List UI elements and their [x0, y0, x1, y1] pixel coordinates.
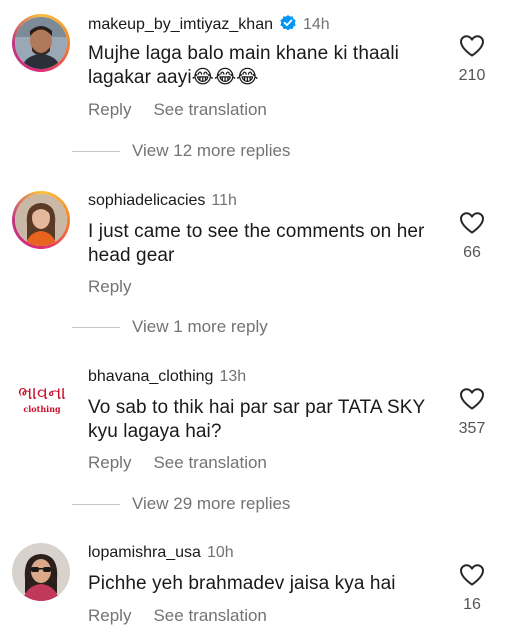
- comment-header: bhavana_clothing 13h: [88, 367, 246, 387]
- comment-actions: Reply: [88, 277, 131, 297]
- divider-line: [72, 151, 120, 153]
- like-count: 66: [463, 244, 481, 261]
- see-translation-button[interactable]: See translation: [153, 100, 266, 119]
- heart-icon[interactable]: [459, 211, 485, 235]
- view-more-replies[interactable]: View 12 more replies: [72, 141, 290, 161]
- like-control: 66: [452, 211, 492, 263]
- view-more-replies-label[interactable]: View 29 more replies: [132, 494, 290, 513]
- man-portrait-avatar-icon: [15, 17, 67, 69]
- like-control: 210: [452, 34, 492, 86]
- divider-line: [72, 327, 120, 329]
- comment-header: makeup_by_imtiyaz_khan 14h: [88, 14, 330, 38]
- comment-header: lopamishra_usa 10h: [88, 543, 234, 563]
- brand-logo-script: ભાવના: [18, 383, 66, 404]
- see-translation-button[interactable]: See translation: [153, 606, 266, 625]
- user-avatar[interactable]: [12, 191, 70, 249]
- brand-logo-sub: clothing: [23, 404, 61, 414]
- view-more-replies[interactable]: View 29 more replies: [72, 494, 290, 514]
- like-count: 210: [458, 67, 486, 84]
- like-control: 357: [452, 387, 492, 439]
- timestamp: 13h: [219, 368, 247, 385]
- comment-text: Vo sab to thik hai par sar par TATA SKY …: [88, 397, 425, 442]
- reply-button[interactable]: Reply: [88, 606, 131, 625]
- view-more-replies[interactable]: View 1 more reply: [72, 317, 268, 337]
- view-more-replies-label[interactable]: View 1 more reply: [132, 317, 268, 336]
- reply-button[interactable]: Reply: [88, 100, 131, 119]
- verified-badge-icon: [279, 14, 297, 38]
- like-count: 357: [458, 420, 486, 437]
- see-translation-button[interactable]: See translation: [153, 453, 266, 472]
- reply-button[interactable]: Reply: [88, 277, 131, 296]
- comment-text: Mujhe laga balo main khane ki thaali lag…: [88, 43, 399, 88]
- like-control: 16: [452, 563, 492, 615]
- heart-icon[interactable]: [459, 563, 485, 587]
- timestamp: 14h: [303, 16, 330, 33]
- username[interactable]: makeup_by_imtiyaz_khan: [88, 16, 273, 33]
- comment-actions: Reply See translation: [88, 606, 267, 626]
- comment-actions: Reply See translation: [88, 100, 267, 120]
- comment-actions: Reply See translation: [88, 453, 267, 473]
- woman-sunglasses-avatar-icon: [12, 543, 70, 601]
- heart-icon[interactable]: [459, 34, 485, 58]
- reply-button[interactable]: Reply: [88, 453, 131, 472]
- username[interactable]: bhavana_clothing: [88, 368, 213, 385]
- view-more-replies-label[interactable]: View 12 more replies: [132, 141, 290, 160]
- like-count: 16: [463, 596, 481, 613]
- brand-logo-avatar[interactable]: ભાવના clothing: [8, 383, 76, 415]
- timestamp: 11h: [211, 192, 237, 209]
- divider-line: [72, 504, 120, 506]
- comment-text: Pichhe yeh brahmadev jaisa kya hai: [88, 573, 396, 594]
- comment-header: sophiadelicacies 11h: [88, 191, 237, 211]
- heart-icon[interactable]: [459, 387, 485, 411]
- username[interactable]: lopamishra_usa: [88, 544, 201, 561]
- user-avatar[interactable]: [12, 14, 70, 72]
- user-avatar[interactable]: [12, 543, 70, 601]
- woman-portrait-avatar-icon: [15, 194, 67, 246]
- username[interactable]: sophiadelicacies: [88, 192, 205, 209]
- comment-text: I just came to see the comments on her h…: [88, 221, 425, 266]
- timestamp: 10h: [206, 544, 234, 561]
